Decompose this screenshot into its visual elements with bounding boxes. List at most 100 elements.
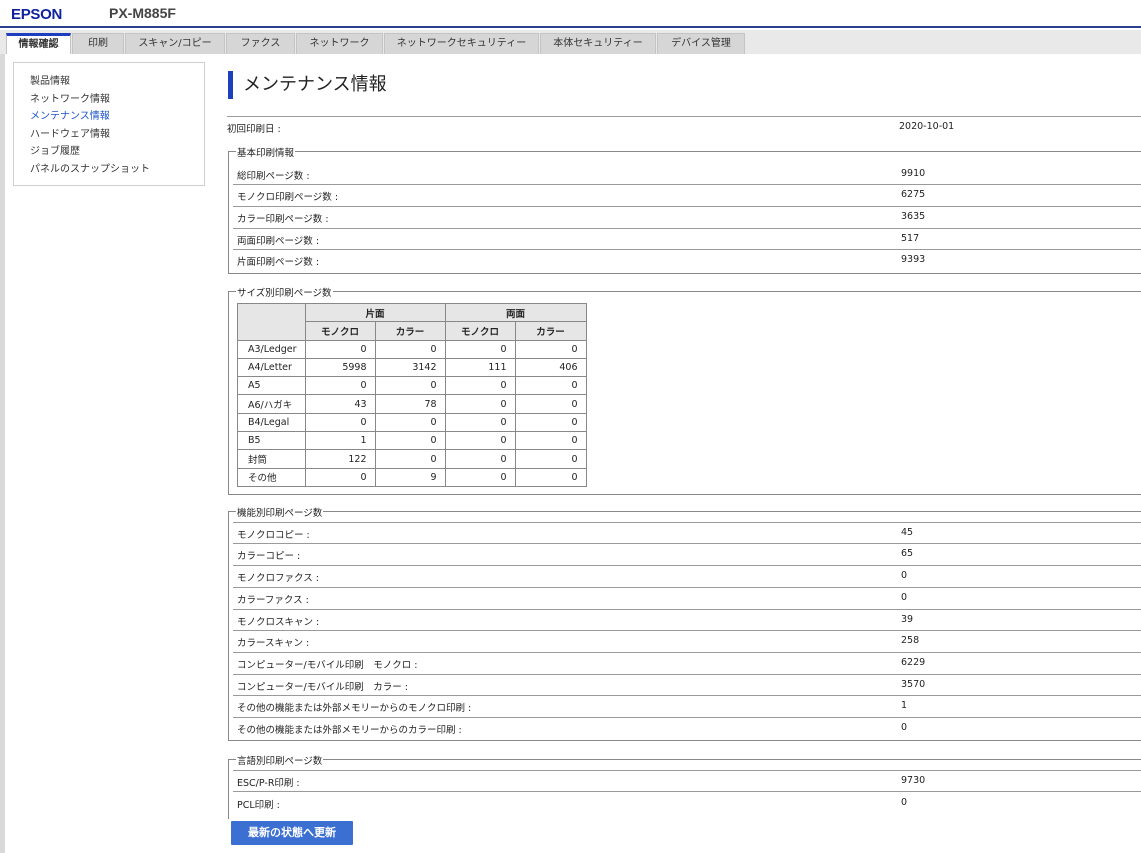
- language-row-label: ESC/P-R印刷 :: [237, 778, 300, 789]
- table-cell: 0: [444, 339, 516, 359]
- row-divider: [233, 791, 1141, 792]
- table-cell: 1: [304, 431, 376, 451]
- tab-fax[interactable]: ファクス: [226, 33, 295, 54]
- table-cell: 78: [374, 394, 446, 414]
- function-row-value: 3570: [901, 679, 926, 690]
- function-row-label: カラースキャン :: [237, 638, 310, 649]
- model-name: PX-M885F: [109, 5, 176, 21]
- row-divider: [233, 184, 1141, 185]
- refresh-button[interactable]: 最新の状態へ更新: [231, 821, 353, 845]
- function-row-label: コンピューター/モバイル印刷 モノクロ :: [237, 660, 418, 671]
- tab-scan-copy[interactable]: スキャン/コピー: [125, 33, 225, 54]
- table-cell: 0: [374, 376, 446, 396]
- function-row-value: 0: [901, 722, 908, 733]
- table-cell: 0: [514, 467, 587, 487]
- basic-row-label: 片面印刷ページ数 :: [237, 257, 320, 268]
- first-print-value: 2020-10-01: [899, 121, 955, 132]
- size-print-legend: サイズ別印刷ページ数: [236, 285, 333, 299]
- tab-network[interactable]: ネットワーク: [296, 33, 383, 54]
- left-edge-strip: [0, 54, 5, 853]
- language-print-legend: 言語別印刷ページ数: [236, 753, 324, 767]
- row-divider: [233, 609, 1141, 610]
- table-row: 封筒 122 0 0 0: [237, 449, 587, 469]
- size-label: A5: [237, 376, 306, 396]
- size-label: B4/Legal: [237, 412, 306, 433]
- table-cell: 0: [304, 376, 376, 396]
- language-row-value: 9730: [901, 775, 926, 786]
- function-row-label: モノクロスキャン :: [237, 617, 320, 628]
- row-divider: [233, 565, 1141, 566]
- table-corner-cell: [237, 303, 306, 341]
- table-row: A3/Ledger 0 0 0 0: [237, 339, 587, 359]
- language-row-value: 0: [901, 797, 908, 808]
- basic-row-label: 両面印刷ページ数 :: [237, 236, 320, 247]
- table-row: B5 1 0 0 0: [237, 431, 587, 451]
- table-cell: 0: [444, 431, 516, 451]
- function-row-label: その他の機能または外部メモリーからのカラー印刷 :: [237, 725, 462, 736]
- first-print-label: 初回印刷日 :: [227, 124, 281, 135]
- table-cell: 0: [374, 431, 446, 451]
- table-cell: 5998: [304, 357, 376, 378]
- sub-header-mono: モノクロ: [444, 321, 516, 341]
- sidebar-item-job-history[interactable]: ジョブ履歴: [30, 142, 204, 160]
- table-row: A5 0 0 0 0: [237, 376, 587, 396]
- function-row-label: カラーコピー :: [237, 551, 301, 562]
- row-divider: [233, 630, 1141, 631]
- function-row-value: 39: [901, 614, 914, 625]
- table-cell: 0: [514, 412, 587, 433]
- sidebar: 製品情報 ネットワーク情報 メンテナンス情報 ハードウェア情報 ジョブ履歴 パネ…: [13, 62, 205, 186]
- row-divider: [233, 674, 1141, 675]
- row-divider: [233, 587, 1141, 588]
- sidebar-item-panel-snapshot[interactable]: パネルのスナップショット: [30, 160, 204, 178]
- row-divider: [233, 543, 1141, 544]
- table-cell: 0: [374, 449, 446, 469]
- table-cell: 0: [514, 394, 587, 414]
- basic-row-value: 3635: [901, 211, 926, 222]
- language-row-label: PCL印刷 :: [237, 800, 280, 811]
- basic-row-label: 総印刷ページ数 :: [237, 171, 310, 182]
- table-cell: 0: [444, 412, 516, 433]
- tab-network-security[interactable]: ネットワークセキュリティー: [384, 33, 539, 54]
- function-row-value: 0: [901, 592, 908, 603]
- sub-header-color: カラー: [514, 321, 587, 341]
- table-cell: 0: [444, 449, 516, 469]
- table-cell: 406: [514, 357, 587, 378]
- language-print-group: [228, 759, 1141, 819]
- function-row-label: コンピューター/モバイル印刷 カラー :: [237, 682, 408, 693]
- function-row-label: モノクロファクス :: [237, 573, 319, 584]
- function-row-label: その他の機能または外部メモリーからのモノクロ印刷 :: [237, 703, 472, 714]
- sidebar-item-product-info[interactable]: 製品情報: [30, 72, 204, 90]
- basic-row-value: 9393: [901, 254, 926, 265]
- table-cell: 0: [444, 394, 516, 414]
- table-cell: 0: [514, 339, 587, 359]
- basic-row-value: 6275: [901, 189, 926, 200]
- tab-info[interactable]: 情報確認: [6, 33, 71, 54]
- sidebar-item-network-info[interactable]: ネットワーク情報: [30, 90, 204, 108]
- basic-row-label: モノクロ印刷ページ数 :: [237, 192, 339, 203]
- size-print-table: 片面 両面 モノクロ カラー モノクロ カラー A3/Ledger 0 0 0 …: [237, 302, 587, 487]
- tab-print[interactable]: 印刷: [72, 33, 124, 54]
- sidebar-item-maintenance-info[interactable]: メンテナンス情報: [30, 107, 204, 125]
- table-cell: 0: [514, 449, 587, 469]
- table-cell: 43: [304, 394, 376, 414]
- tab-device-management[interactable]: デバイス管理: [657, 33, 745, 54]
- group-header-single-sided: 片面: [304, 302, 446, 323]
- table-cell: 0: [304, 339, 376, 359]
- size-label: A6/ハガキ: [237, 394, 306, 414]
- basic-print-info-legend: 基本印刷情報: [236, 145, 296, 159]
- table-cell: 111: [444, 357, 516, 378]
- sidebar-item-hardware-info[interactable]: ハードウェア情報: [30, 125, 204, 143]
- table-cell: 9: [374, 467, 446, 487]
- basic-print-info-group: [228, 151, 1141, 274]
- table-row: A6/ハガキ 43 78 0 0: [237, 394, 587, 414]
- row-divider: [233, 717, 1141, 718]
- tab-device-security[interactable]: 本体セキュリティー: [540, 33, 656, 54]
- function-row-value: 258: [901, 635, 920, 646]
- size-label: A3/Ledger: [237, 339, 306, 359]
- table-cell: 3142: [374, 357, 446, 378]
- size-label: A4/Letter: [237, 357, 306, 378]
- divider: [227, 116, 1141, 117]
- function-row-value: 1: [901, 700, 908, 711]
- function-row-value: 45: [901, 527, 914, 538]
- page-title: メンテナンス情報: [228, 71, 387, 99]
